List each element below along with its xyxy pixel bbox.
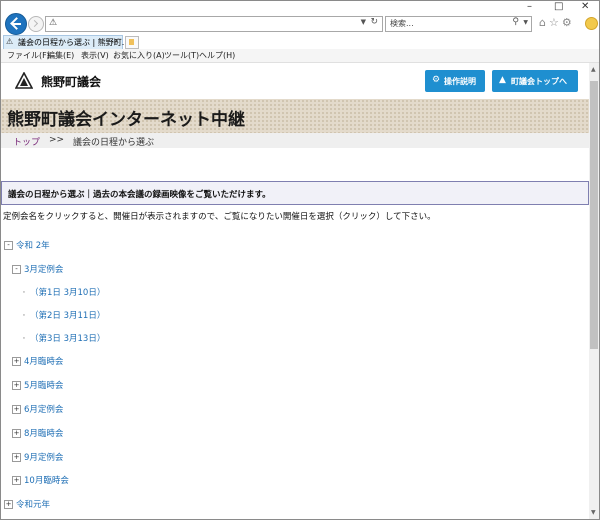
bullet-icon: · — [22, 333, 26, 344]
feedback-smiley-icon[interactable] — [585, 17, 598, 30]
tree-year-reiwa2[interactable]: - 令和 2年 — [4, 239, 50, 251]
site-header: 熊野町議会 ⚙ 操作説明 ▲ 町議会トップへ — [1, 63, 589, 99]
tree-session-april[interactable]: +4月臨時会 — [12, 355, 63, 367]
browser-window: – □ ✕ ⚠ ▼ ↻ 検索... ⚲ ▼ ⌂☆⚙ ⚠ 議会の日程から選ぶ | … — [0, 0, 600, 520]
notice-box: 議会の日程から選ぶ｜過去の本会議の録画映像をご覧いただけます。 — [1, 181, 589, 205]
expand-icon[interactable]: + — [12, 356, 21, 366]
scroll-down-icon[interactable]: ▼ — [591, 509, 596, 516]
tree-day-1[interactable]: · （第1日 3月10日） — [20, 286, 106, 299]
tab-close-icon[interactable]: × — [113, 36, 120, 45]
tree-session-june[interactable]: +6月定例会 — [12, 403, 63, 415]
menu-file[interactable]: ファイル(F) — [7, 50, 50, 61]
menu-tools[interactable]: ツール(T) — [164, 50, 199, 61]
bullet-icon: · — [22, 287, 26, 298]
menu-edit[interactable]: 編集(E) — [47, 50, 74, 61]
collapse-icon[interactable]: - — [12, 264, 21, 274]
expand-icon[interactable]: + — [12, 452, 21, 462]
breadcrumb-top-link[interactable]: トップ — [13, 135, 40, 148]
gear-icon: ⚙ — [432, 75, 441, 85]
expand-icon[interactable]: + — [12, 380, 21, 390]
refresh-icon[interactable]: ↻ — [370, 17, 378, 27]
site-name: 熊野町議会 — [41, 75, 102, 89]
notice-text: 議会の日程から選ぶ｜過去の本会議の録画映像をご覧いただけます。 — [8, 190, 271, 200]
menu-view[interactable]: 表示(V) — [81, 50, 109, 61]
toolbar-icons: ⌂☆⚙ — [539, 16, 575, 29]
new-tab-button[interactable] — [125, 36, 139, 49]
search-input[interactable]: 検索... ⚲ ▼ — [385, 16, 532, 32]
instruction-text: 定例会名をクリックすると、開催日が表示されますので、ご覧になりたい開催日を選択（… — [3, 212, 436, 222]
tree-session-september[interactable]: +9月定例会 — [12, 451, 63, 463]
tree-day-3[interactable]: · （第3日 3月13日） — [20, 332, 106, 345]
expand-icon[interactable]: + — [12, 404, 21, 414]
warning-icon: ⚠ — [6, 37, 14, 46]
tree-session-march[interactable]: -3月定例会 — [12, 263, 63, 275]
address-dropdown-icon[interactable]: ▼ — [361, 18, 366, 26]
emblem-icon: ▲ — [499, 75, 506, 85]
expand-icon[interactable]: + — [12, 475, 21, 485]
breadcrumb-separator: >> — [49, 135, 65, 145]
minimize-button[interactable]: – — [527, 1, 532, 13]
guide-button-label: 操作説明 — [444, 77, 476, 86]
tree-session-may[interactable]: +5月臨時会 — [12, 379, 63, 391]
tree-session-august[interactable]: +8月臨時会 — [12, 427, 63, 439]
breadcrumb: トップ >> 議会の日程から選ぶ — [1, 133, 589, 148]
favorites-star-icon[interactable]: ☆ — [549, 16, 562, 29]
banner: 熊野町議会インターネット中継 — [1, 99, 589, 133]
search-dropdown-icon[interactable]: ▼ — [523, 19, 528, 26]
expand-icon[interactable]: + — [4, 499, 13, 509]
search-icon[interactable]: ⚲ — [512, 17, 519, 27]
menu-bar: ファイル(F) 編集(E) 表示(V) お気に入り(A) ツール(T) ヘルプ(… — [1, 49, 599, 63]
bullet-icon: · — [22, 310, 26, 321]
maximize-button[interactable]: □ — [554, 1, 563, 13]
banner-title: 熊野町議会インターネット中継 — [7, 110, 245, 130]
expand-icon[interactable]: + — [12, 428, 21, 438]
search-placeholder: 検索... — [390, 19, 414, 28]
scroll-up-icon[interactable]: ▲ — [591, 66, 596, 73]
gear-icon[interactable]: ⚙ — [562, 16, 575, 29]
browser-toolbar: – □ ✕ ⚠ ▼ ↻ 検索... ⚲ ▼ ⌂☆⚙ — [1, 1, 599, 35]
scrollbar-thumb[interactable] — [590, 81, 598, 349]
tree-day-2[interactable]: · （第2日 3月11日） — [20, 309, 106, 322]
vertical-scrollbar[interactable]: ▲ ▼ — [589, 63, 599, 519]
tab-row: ⚠ 議会の日程から選ぶ | 熊野町... × — [1, 35, 599, 49]
collapse-icon[interactable]: - — [4, 240, 13, 250]
breadcrumb-current: 議会の日程から選ぶ — [73, 138, 155, 148]
back-button[interactable] — [5, 13, 27, 35]
guide-button[interactable]: ⚙ 操作説明 — [425, 70, 485, 92]
warning-icon: ⚠ — [49, 18, 58, 28]
council-top-button-label: 町議会トップへ — [511, 77, 567, 86]
close-window-button[interactable]: ✕ — [581, 1, 589, 13]
back-arrow-icon — [12, 23, 21, 25]
address-bar[interactable]: ⚠ ▼ ↻ — [45, 16, 383, 32]
tab-active[interactable]: ⚠ 議会の日程から選ぶ | 熊野町... × — [3, 35, 129, 49]
council-top-button[interactable]: ▲ 町議会トップへ — [492, 70, 578, 92]
menu-favorites[interactable]: お気に入り(A) — [113, 50, 165, 61]
home-icon[interactable]: ⌂ — [539, 16, 549, 29]
tree-year-reiwa1[interactable]: + 令和元年 — [4, 498, 50, 510]
tree-session-october[interactable]: +10月臨時会 — [12, 474, 69, 486]
town-emblem-icon — [15, 72, 33, 89]
forward-button[interactable] — [28, 16, 44, 32]
menu-help[interactable]: ヘルプ(H) — [199, 50, 235, 61]
page-content: 熊野町議会 ⚙ 操作説明 ▲ 町議会トップへ 熊野町議会インターネット中継 トッ… — [1, 63, 589, 519]
